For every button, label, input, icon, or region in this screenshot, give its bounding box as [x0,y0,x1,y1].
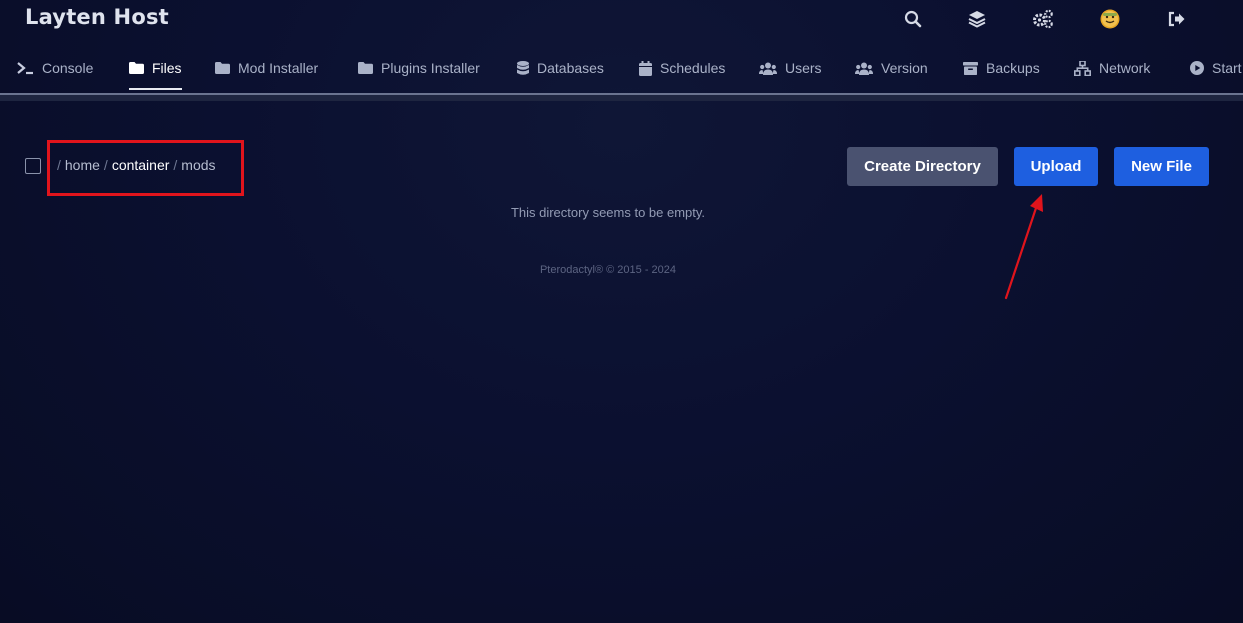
breadcrumb: / home / container / mods [57,157,216,173]
upload-button[interactable]: Upload [1014,147,1098,186]
search-icon[interactable] [902,8,924,30]
database-icon [517,60,529,76]
tab-label: Users [785,60,822,76]
tab-schedules[interactable]: Schedules [639,48,725,88]
breadcrumb-separator: / [57,157,61,173]
breadcrumb-separator: / [103,157,108,173]
server-nav-tabs: Console Files Mod Installer Plugins Inst… [0,48,1243,92]
empty-directory-message: This directory seems to be empty. [510,205,706,220]
tab-label: Start [1212,60,1242,76]
tab-users[interactable]: Users [759,48,822,88]
avatar[interactable] [1099,8,1121,30]
tab-label: Schedules [660,60,726,76]
top-bar: Layten Host [0,0,1243,40]
logout-icon[interactable] [1166,8,1188,30]
tab-console[interactable]: Console [16,48,93,88]
tab-backups[interactable]: Backups [963,48,1040,88]
select-all-checkbox[interactable] [25,158,41,174]
tab-start[interactable]: Start [1190,48,1242,88]
new-file-button[interactable]: New File [1114,147,1209,186]
cogs-icon[interactable] [1032,8,1054,30]
archive-icon [963,61,978,75]
play-circle-icon [1190,61,1204,75]
footer-copyright: Pterodactyl® © 2015 - 2024 [539,264,677,276]
folder-icon [215,62,230,74]
tab-files[interactable]: Files [129,48,182,90]
tab-label: Mod Installer [238,60,319,76]
network-icon [1074,60,1091,76]
tab-label: Files [152,60,182,76]
app-title[interactable]: Layten Host [25,5,169,29]
breadcrumb-separator: / [173,157,178,173]
tab-databases[interactable]: Databases [517,48,604,88]
folder-icon [129,62,144,74]
tab-label: Version [881,60,928,76]
layers-icon[interactable] [966,8,988,30]
breadcrumb-container[interactable]: container [112,157,170,173]
terminal-icon [16,61,34,75]
tab-label: Plugins Installer [381,60,480,76]
tab-plugins-installer[interactable]: Plugins Installer [358,48,480,88]
breadcrumb-home[interactable]: home [65,157,100,173]
tab-version[interactable]: Version [855,48,928,88]
tab-label: Databases [537,60,604,76]
calendar-icon [639,60,652,76]
nav-divider [0,93,1243,101]
tab-label: Network [1099,60,1151,76]
tab-label: Console [42,60,94,76]
tab-mod-installer[interactable]: Mod Installer [215,48,318,88]
users-icon [759,62,777,75]
tab-label: Backups [986,60,1040,76]
tab-network[interactable]: Network [1074,48,1150,88]
create-directory-button[interactable]: Create Directory [847,147,998,186]
folder-icon [358,62,373,74]
users-icon [855,62,873,75]
breadcrumb-mods: mods [181,157,216,173]
